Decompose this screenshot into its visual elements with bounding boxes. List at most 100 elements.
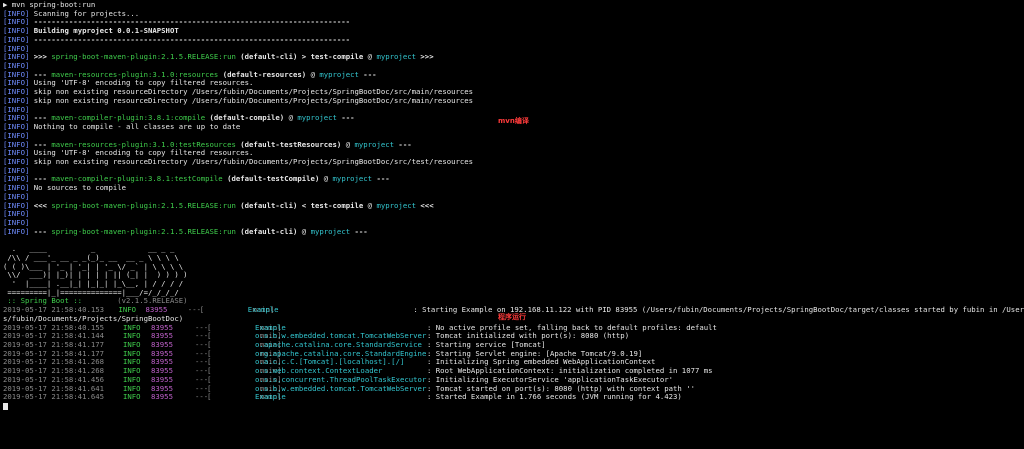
log-pid: 83955: [151, 341, 173, 350]
log-logger: o.apache.catalina.core.StandardService: [255, 341, 422, 350]
log-level: INFO: [123, 349, 141, 358]
maven-line: [INFO] No sources to compile: [3, 184, 1024, 193]
log-separator: ---: [195, 393, 209, 402]
log-thread: [ main]: [207, 323, 282, 332]
maven-line-segment: (default-cli): [235, 201, 298, 210]
log-line: 2019-05-17 21:58:41.456 INFO 83955 ---[ mai…: [3, 376, 1024, 385]
annotation-compile: mvn编译: [498, 117, 529, 125]
maven-line: [INFO] skip non existing resourceDirecto…: [3, 97, 1024, 106]
maven-line-segment: Nothing to compile - all classes are up …: [33, 123, 241, 132]
maven-line-segment: Using 'UTF-8' encoding to copy filtered …: [33, 79, 254, 88]
log-thread: [ main]: [199, 306, 275, 315]
maven-line: [INFO] Using 'UTF-8' encoding to copy fi…: [3, 79, 1024, 88]
log-timestamp: 2019-05-17 21:58:41.177: [3, 349, 105, 358]
maven-line: [INFO] skip non existing resourceDirecto…: [3, 158, 1024, 167]
maven-line-segment: maven-compiler-plugin:3.8.1:testCompile: [51, 175, 223, 184]
maven-line-segment: skip non existing resourceDirectory /Use…: [33, 96, 474, 105]
log-line: 2019-05-17 21:58:41.268 INFO 83955 ---[ mai…: [3, 367, 1024, 376]
maven-line: [INFO] Scanning for projects...: [3, 10, 1024, 19]
log-timestamp: 2019-05-17 21:58:41.268: [3, 358, 105, 367]
log-logger: Example: [255, 323, 286, 332]
info-tag: [INFO]: [3, 123, 30, 132]
log-separator: ---: [195, 367, 209, 376]
maven-line: [INFO] --- maven-compiler-plugin:3.8.1:t…: [3, 175, 1024, 184]
log-logger: Example: [247, 306, 279, 315]
log-thread: [ main]: [207, 375, 282, 384]
maven-line: [INFO]: [3, 106, 1024, 115]
maven-line-segment: No sources to compile: [33, 184, 127, 193]
terminal-output[interactable]: ▶ mvn spring-boot:run [INFO] Scanning fo…: [3, 1, 1024, 449]
maven-line: [INFO] ---------------------------------…: [3, 18, 1024, 27]
log-separator: ---: [195, 332, 209, 341]
maven-line-segment: @: [363, 53, 377, 62]
log-timestamp: 2019-05-17 21:58:41.144: [3, 332, 105, 341]
maven-line-segment: @: [284, 114, 298, 123]
log-logger: Example: [255, 393, 286, 402]
info-tag: [INFO]: [3, 210, 30, 219]
maven-line-segment: ---: [33, 227, 52, 236]
info-tag: [INFO]: [3, 149, 30, 158]
log-level: INFO: [123, 375, 141, 384]
maven-line-segment: maven-compiler-plugin:3.8.1:compile: [51, 114, 206, 123]
log-level: INFO: [123, 367, 141, 376]
annotation-run: 程序运行: [498, 313, 526, 321]
log-thread: [ main]: [207, 349, 282, 358]
maven-line-segment: ---: [372, 175, 390, 184]
log-level: INFO: [123, 332, 141, 341]
maven-line: [INFO] --- spring-boot-maven-plugin:2.1.…: [3, 228, 1024, 237]
maven-line-segment: <: [297, 201, 311, 210]
log-pid: 83955: [151, 393, 173, 402]
log-pid: 83955: [151, 384, 173, 393]
info-tag: [INFO]: [3, 70, 30, 79]
log-thread: [ main]: [207, 393, 282, 402]
info-tag: [INFO]: [3, 157, 30, 166]
info-tag: [INFO]: [3, 79, 30, 88]
maven-line-segment: myproject: [376, 201, 417, 210]
log-timestamp: 2019-05-17 21:58:41.268: [3, 367, 105, 376]
info-tag: [INFO]: [3, 192, 30, 201]
info-tag: [INFO]: [3, 131, 30, 140]
maven-line: [INFO]: [3, 45, 1024, 54]
maven-line-segment: ---: [33, 140, 52, 149]
maven-line: [INFO]: [3, 193, 1024, 202]
log-pid: 83955: [151, 358, 173, 367]
log-separator: ---: [195, 349, 209, 358]
info-tag: [INFO]: [3, 227, 30, 236]
log-pid: 83955: [151, 332, 173, 341]
maven-line-segment: @: [341, 140, 355, 149]
maven-line: [INFO] Using 'UTF-8' encoding to copy fi…: [3, 149, 1024, 158]
maven-line-segment: myproject: [297, 114, 337, 123]
log-pid: 83955: [151, 349, 173, 358]
maven-line-segment: myproject: [310, 227, 351, 236]
log-pid: 83955: [145, 306, 168, 315]
log-thread: [ main]: [207, 358, 282, 367]
maven-line-segment: Building myproject 0.0.1-SNAPSHOT: [33, 27, 179, 36]
maven-line-segment: myproject: [332, 175, 373, 184]
log-pid: 83955: [151, 323, 173, 332]
maven-line-segment: >>>: [416, 53, 434, 62]
log-line: 2019-05-17 21:58:41.645 INFO 83955 ---[ mai…: [3, 393, 1024, 402]
maven-line-segment: spring-boot-maven-plugin:2.1.5.RELEASE:r…: [51, 201, 236, 210]
maven-line: [INFO]: [3, 132, 1024, 141]
log-separator: ---: [187, 306, 201, 315]
log-level: INFO: [123, 323, 141, 332]
maven-line-segment: myproject: [376, 53, 417, 62]
info-tag: [INFO]: [3, 88, 30, 97]
log-thread: [ main]: [207, 332, 282, 341]
terminal-cursor-line[interactable]: [3, 402, 1024, 411]
maven-line-segment: >>>: [33, 53, 52, 62]
maven-line-segment: maven-resources-plugin:3.1.0:testResourc…: [51, 140, 236, 149]
info-tag: [INFO]: [3, 201, 30, 210]
maven-line-segment: myproject: [354, 140, 395, 149]
maven-line-segment: ---: [358, 70, 377, 79]
log-timestamp: 2019-05-17 21:58:40.153: [3, 306, 105, 315]
log-timestamp: 2019-05-17 21:58:41.645: [3, 393, 105, 402]
maven-line: [INFO]: [3, 62, 1024, 71]
spring-boot-version-line: :: Spring Boot :: (v2.1.5.RELEASE): [3, 297, 1024, 306]
log-message: : Tomcat initialized with port(s): 8080 …: [427, 332, 630, 341]
log-logger: org.apache.catalina.core.StandardEngine: [255, 349, 427, 358]
log-line: 2019-05-17 21:58:41.177 INFO 83955 ---[ mai…: [3, 341, 1024, 350]
maven-line-segment: (default-resources): [218, 70, 307, 79]
maven-line-segment: (default-testResources): [235, 140, 342, 149]
info-tag: [INFO]: [3, 44, 30, 53]
